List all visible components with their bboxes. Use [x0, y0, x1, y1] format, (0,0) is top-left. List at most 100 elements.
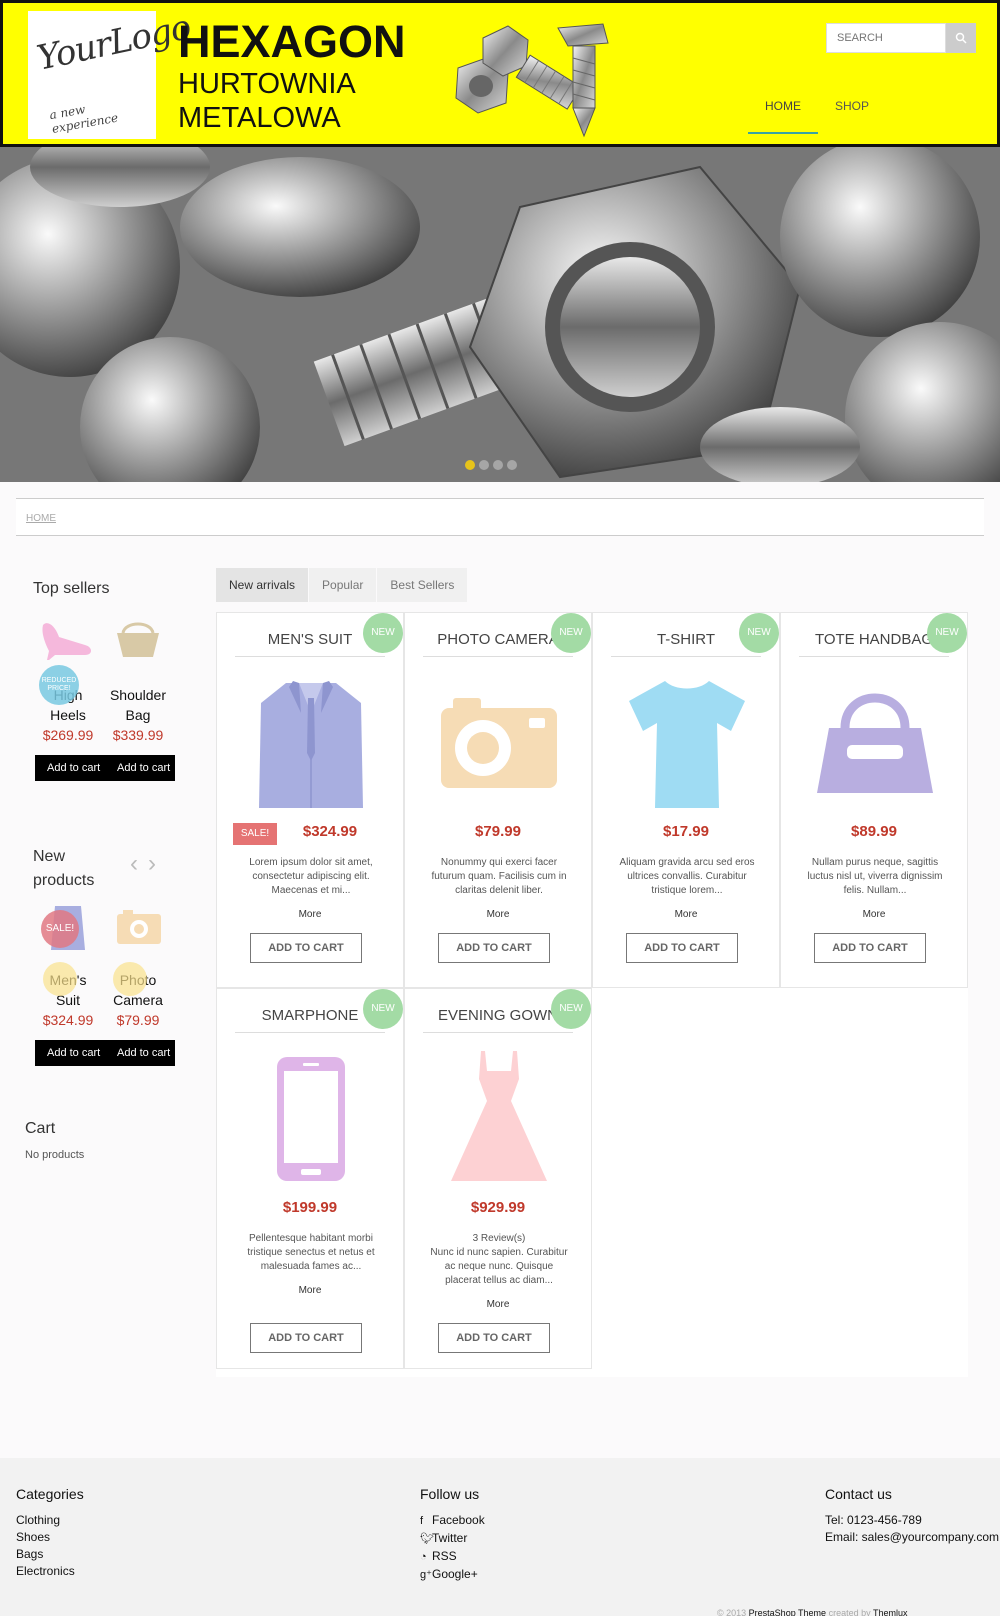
search-icon[interactable]	[946, 23, 976, 53]
new-badge: NEW	[927, 613, 967, 653]
product-price: $269.99	[42, 727, 94, 743]
add-to-cart-button[interactable]: ADD TO CART	[626, 933, 738, 963]
reduced-badge: REDUCED PRICE!	[39, 665, 79, 705]
footer-follow-title: Follow us	[420, 1486, 480, 1502]
footer-social-link[interactable]: g⁺Google+	[420, 1566, 485, 1584]
product-card: PHOTO CAMERA NEW $79.99 Nonummy qui exer…	[404, 612, 592, 988]
add-to-cart-button[interactable]: ADD TO CART	[438, 1323, 550, 1353]
add-to-cart-button[interactable]: Add to cart	[105, 755, 175, 781]
product-name[interactable]: Heels	[35, 705, 101, 725]
top-seller-item[interactable]: REDUCED PRICE! High Heels $269.99 Add to…	[35, 615, 105, 781]
hero-slider[interactable]	[0, 147, 1000, 482]
highlight-circle	[43, 962, 77, 996]
footer-category-link[interactable]: Bags	[16, 1546, 84, 1563]
hero-image	[0, 147, 1000, 482]
footer-contact-title: Contact us	[825, 1486, 892, 1502]
search-input[interactable]	[826, 23, 946, 53]
new-product-item[interactable]: Photo Camera $79.99 Add to cart	[105, 900, 175, 1066]
suit-icon[interactable]	[251, 673, 371, 813]
footer-category-link[interactable]: Electronics	[16, 1563, 84, 1580]
more-link[interactable]: More	[217, 1285, 403, 1296]
product-name[interactable]: Bag	[105, 705, 171, 725]
tab-new-arrivals[interactable]: New arrivals	[216, 568, 309, 602]
mens-suit-thumb: SALE!	[35, 900, 101, 996]
add-to-cart-button[interactable]: ADD TO CART	[250, 933, 362, 963]
product-card: TOTE HANDBAG NEW $89.99 Nullam purus neq…	[780, 612, 968, 988]
footer-social-link[interactable]: ◔ RSS	[420, 1548, 485, 1566]
brand-line-1: HEXAGON	[178, 16, 406, 67]
product-price: $17.99	[663, 823, 709, 840]
more-link[interactable]: More	[217, 909, 403, 920]
new-badge: NEW	[551, 989, 591, 1029]
chevron-right-icon[interactable]: ›	[148, 850, 166, 877]
tab-best-sellers[interactable]: Best Sellers	[377, 568, 468, 602]
new-products-arrows: ‹›	[130, 850, 166, 878]
highlight-circle	[113, 962, 147, 996]
top-seller-item[interactable]: Shoulder Bag $339.99 Add to cart	[105, 615, 175, 781]
product-card: SMARPHONE NEW $199.99 Pellentesque habit…	[216, 988, 404, 1369]
tab-popular[interactable]: Popular	[309, 568, 377, 602]
nav-home[interactable]: HOME	[748, 98, 818, 134]
shoulder-bag-thumb	[105, 615, 171, 685]
handbag-icon[interactable]	[815, 673, 935, 813]
nav-shop[interactable]: SHOP	[818, 98, 886, 134]
chevron-left-icon[interactable]: ‹	[130, 850, 148, 877]
product-price: $324.99	[42, 1012, 94, 1028]
credit-theme[interactable]: PrestaShop Theme	[749, 1608, 826, 1616]
slider-dot-4[interactable]	[507, 460, 517, 470]
more-link[interactable]: More	[781, 909, 967, 920]
camera-icon[interactable]	[439, 673, 559, 813]
product-description: Aliquam gravida arcu sed eros ultrices c…	[619, 857, 755, 896]
social-label: Google+	[432, 1567, 478, 1581]
footer-category-link[interactable]: Shoes	[16, 1529, 84, 1546]
dress-icon[interactable]	[439, 1049, 559, 1189]
tshirt-icon[interactable]	[627, 673, 747, 813]
site-logo[interactable]: YourLogo a new experience	[28, 7, 194, 139]
product-price: $79.99	[475, 823, 521, 840]
new-products-title-line2: products	[33, 872, 95, 889]
photo-camera-thumb	[105, 900, 171, 996]
logo-script: YourLogo	[33, 7, 194, 79]
product-card: T-SHIRT NEW $17.99 Aliquam gravida arcu …	[592, 612, 780, 988]
add-to-cart-button[interactable]: Add to cart	[105, 1040, 175, 1066]
brand-title: HEXAGON HURTOWNIA METALOWA	[178, 17, 406, 135]
more-link[interactable]: More	[593, 909, 779, 920]
add-to-cart-button[interactable]: Add to cart	[35, 755, 105, 781]
breadcrumb-home[interactable]: HOME	[26, 513, 56, 524]
slider-dot-1[interactable]	[465, 460, 475, 470]
credit-author[interactable]: Themlux	[873, 1608, 908, 1616]
add-to-cart-button[interactable]: ADD TO CART	[250, 1323, 362, 1353]
rss-icon: ◔	[420, 1551, 427, 1563]
slider-dots	[465, 460, 517, 470]
bolts-image	[455, 23, 609, 138]
product-card: MEN'S SUIT NEW SALE! $324.99 Lorem ipsum…	[216, 612, 404, 988]
product-name[interactable]: Shoulder	[105, 685, 171, 705]
high-heels-thumb: REDUCED PRICE!	[35, 615, 101, 705]
slider-dot-2[interactable]	[479, 460, 489, 470]
add-to-cart-button[interactable]: Add to cart	[35, 1040, 105, 1066]
footer-social-link[interactable]: 🐦︎Twitter	[420, 1530, 485, 1548]
product-description: Nullam purus neque, sagittis luctus nisl…	[807, 857, 943, 896]
footer-category-link[interactable]: Clothing	[16, 1512, 84, 1529]
facebook-icon: f	[420, 1515, 424, 1527]
new-badge: NEW	[739, 613, 779, 653]
contact-email[interactable]: Email: sales@yourcompany.com	[825, 1529, 999, 1546]
social-label: Twitter	[432, 1531, 468, 1545]
new-badge: NEW	[363, 989, 403, 1029]
new-product-item[interactable]: SALE! Men's Suit $324.99 Add to cart	[35, 900, 105, 1066]
slider-dot-3[interactable]	[493, 460, 503, 470]
reviews-count[interactable]: 3 Review(s)	[427, 1232, 571, 1246]
high-heels-icon	[42, 623, 91, 660]
googleplus-icon: g⁺	[420, 1569, 432, 1581]
footer-contact: Contact us Tel: 0123-456-789 Email: sale…	[825, 1486, 999, 1546]
product-description: Lorem ipsum dolor sit amet, consectetur …	[249, 857, 373, 896]
more-link[interactable]: More	[405, 909, 591, 920]
add-to-cart-button[interactable]: ADD TO CART	[438, 933, 550, 963]
product-tabs: New arrivals Popular Best Sellers	[216, 568, 468, 602]
more-link[interactable]: More	[405, 1299, 591, 1310]
product-price: $929.99	[470, 1199, 526, 1216]
cart-title[interactable]: Cart	[25, 1120, 55, 1138]
footer-social-link[interactable]: f Facebook	[420, 1512, 485, 1530]
smartphone-icon[interactable]	[251, 1049, 371, 1189]
add-to-cart-button[interactable]: ADD TO CART	[814, 933, 926, 963]
